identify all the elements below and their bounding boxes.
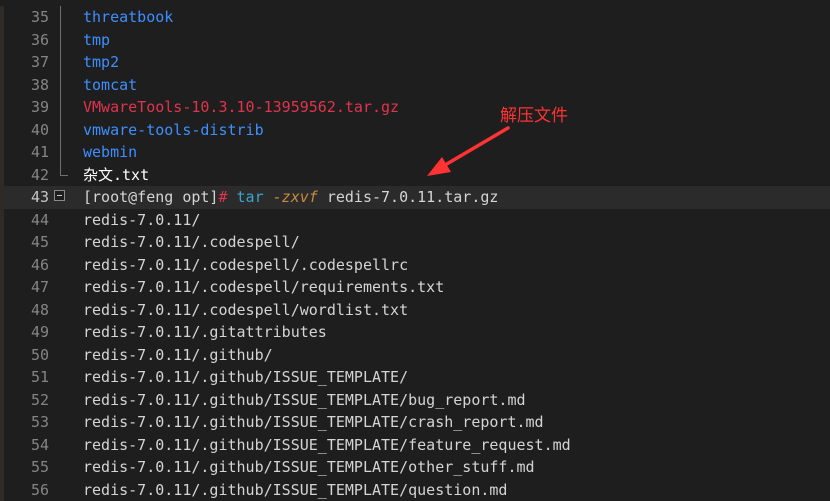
line-number: 49 (0, 321, 49, 344)
output-line-text: redis-7.0.11/.github/ISSUE_TEMPLATE/feat… (83, 434, 571, 457)
line-number: 42 (0, 164, 49, 187)
code-editor[interactable]: 35 threatbook 36 tmp 37 tmp2 38 tomcat 39 VMwareT… (0, 0, 830, 496)
line-number: 40 (0, 119, 49, 142)
code-line[interactable]: 50 redis-7.0.11/.github/ (0, 344, 830, 367)
output-line-text: redis-7.0.11/.github/ISSUE_TEMPLATE/cras… (83, 411, 544, 434)
line-number: 47 (0, 276, 49, 299)
fold-guide (60, 29, 61, 52)
code-line[interactable]: 38 tomcat (0, 74, 830, 97)
file-entry-dir: threatbook (83, 6, 173, 29)
output-line-text: redis-7.0.11/.gitattributes (83, 321, 327, 344)
code-line[interactable]: 35 threatbook (0, 6, 830, 29)
line-number: 44 (0, 209, 49, 232)
code-line[interactable]: 54 redis-7.0.11/.github/ISSUE_TEMPLATE/fe… (0, 434, 830, 457)
file-entry-dir: webmin (83, 141, 137, 164)
line-number: 45 (0, 231, 49, 254)
line-number: 52 (0, 389, 49, 412)
file-entry-dir: tmp (83, 29, 110, 52)
file-entry-dir: tomcat (83, 74, 137, 97)
output-line-text: redis-7.0.11/.github/ISSUE_TEMPLATE/ques… (83, 479, 507, 501)
annotation-label: 解压文件 (500, 101, 568, 126)
output-line-text: redis-7.0.11/.codespell/requirements.txt (83, 276, 444, 299)
shell-command: [root@feng opt]# tar -zxvf redis-7.0.11.… (83, 186, 498, 209)
code-line[interactable]: 51 redis-7.0.11/.github/ISSUE_TEMPLATE/ (0, 366, 830, 389)
code-line[interactable]: 52 redis-7.0.11/.github/ISSUE_TEMPLATE/bu… (0, 389, 830, 412)
command-name: tar (237, 188, 264, 206)
fold-guide (60, 51, 61, 74)
line-number: 48 (0, 299, 49, 322)
code-line[interactable]: 46 redis-7.0.11/.codespell/.codespellrc (0, 254, 830, 277)
fold-guide (60, 6, 61, 29)
line-number: 56 (0, 479, 49, 501)
line-number: 41 (0, 141, 49, 164)
code-line[interactable]: 55 redis-7.0.11/.github/ISSUE_TEMPLATE/ot… (0, 456, 830, 479)
output-line-text: redis-7.0.11/.codespell/ (83, 231, 300, 254)
code-line[interactable]: 49 redis-7.0.11/.gitattributes (0, 321, 830, 344)
file-entry-dir: tmp2 (83, 51, 119, 74)
output-line-text: redis-7.0.11/.codespell/wordlist.txt (83, 299, 408, 322)
command-flag: -zxvf (273, 188, 318, 206)
line-number: 53 (0, 411, 49, 434)
output-line-text: redis-7.0.11/.codespell/.codespellrc (83, 254, 408, 277)
fold-guide (60, 74, 61, 97)
line-number: 43 (0, 186, 49, 209)
line-number: 37 (0, 51, 49, 74)
line-number: 46 (0, 254, 49, 277)
output-line-text: redis-7.0.11/ (83, 209, 200, 232)
fold-guide (60, 119, 61, 142)
code-line[interactable]: 45 redis-7.0.11/.codespell/ (0, 231, 830, 254)
command-argument: redis-7.0.11.tar.gz (327, 188, 499, 206)
code-line[interactable]: 53 redis-7.0.11/.github/ISSUE_TEMPLATE/cr… (0, 411, 830, 434)
output-line-text: redis-7.0.11/.github/ (83, 344, 273, 367)
line-number: 39 (0, 96, 49, 119)
output-line-text: redis-7.0.11/.github/ISSUE_TEMPLATE/othe… (83, 456, 535, 479)
code-line[interactable]: 36 tmp (0, 29, 830, 52)
shell-prompt: [root@feng opt] (83, 188, 218, 206)
line-number: 55 (0, 456, 49, 479)
file-entry-text: 杂文.txt (83, 164, 149, 187)
line-number: 54 (0, 434, 49, 457)
code-line[interactable]: 40 vmware-tools-distrib (0, 119, 830, 142)
line-number: 38 (0, 74, 49, 97)
code-line[interactable]: 48 redis-7.0.11/.codespell/wordlist.txt (0, 299, 830, 322)
file-entry-dir: vmware-tools-distrib (83, 119, 264, 142)
code-line[interactable]: 39 VMwareTools-10.3.10-13959562.tar.gz (0, 96, 830, 119)
code-line[interactable]: 37 tmp2 (0, 51, 830, 74)
line-number: 51 (0, 366, 49, 389)
code-line[interactable]: 44 redis-7.0.11/ (0, 209, 830, 232)
output-line-text: redis-7.0.11/.github/ISSUE_TEMPLATE/bug_… (83, 389, 526, 412)
code-line[interactable]: 47 redis-7.0.11/.codespell/requirements.t… (0, 276, 830, 299)
line-number: 50 (0, 344, 49, 367)
line-number: 35 (0, 6, 49, 29)
code-line[interactable]: 56 redis-7.0.11/.github/ISSUE_TEMPLATE/qu… (0, 479, 830, 501)
fold-end-guide (60, 164, 68, 176)
fold-guide (60, 96, 61, 119)
command-line[interactable]: 43 [root@feng opt]# tar -zxvf redis-7.0.1… (0, 186, 830, 209)
file-entry-archive: VMwareTools-10.3.10-13959562.tar.gz (83, 96, 399, 119)
code-line[interactable]: 42 杂文.txt (0, 164, 830, 187)
output-line-text: redis-7.0.11/.github/ISSUE_TEMPLATE/ (83, 366, 408, 389)
prompt-hash: # (218, 188, 227, 206)
line-number: 36 (0, 29, 49, 52)
fold-guide (60, 141, 61, 164)
fold-collapse-icon[interactable] (54, 190, 65, 201)
code-line[interactable]: 41 webmin (0, 141, 830, 164)
